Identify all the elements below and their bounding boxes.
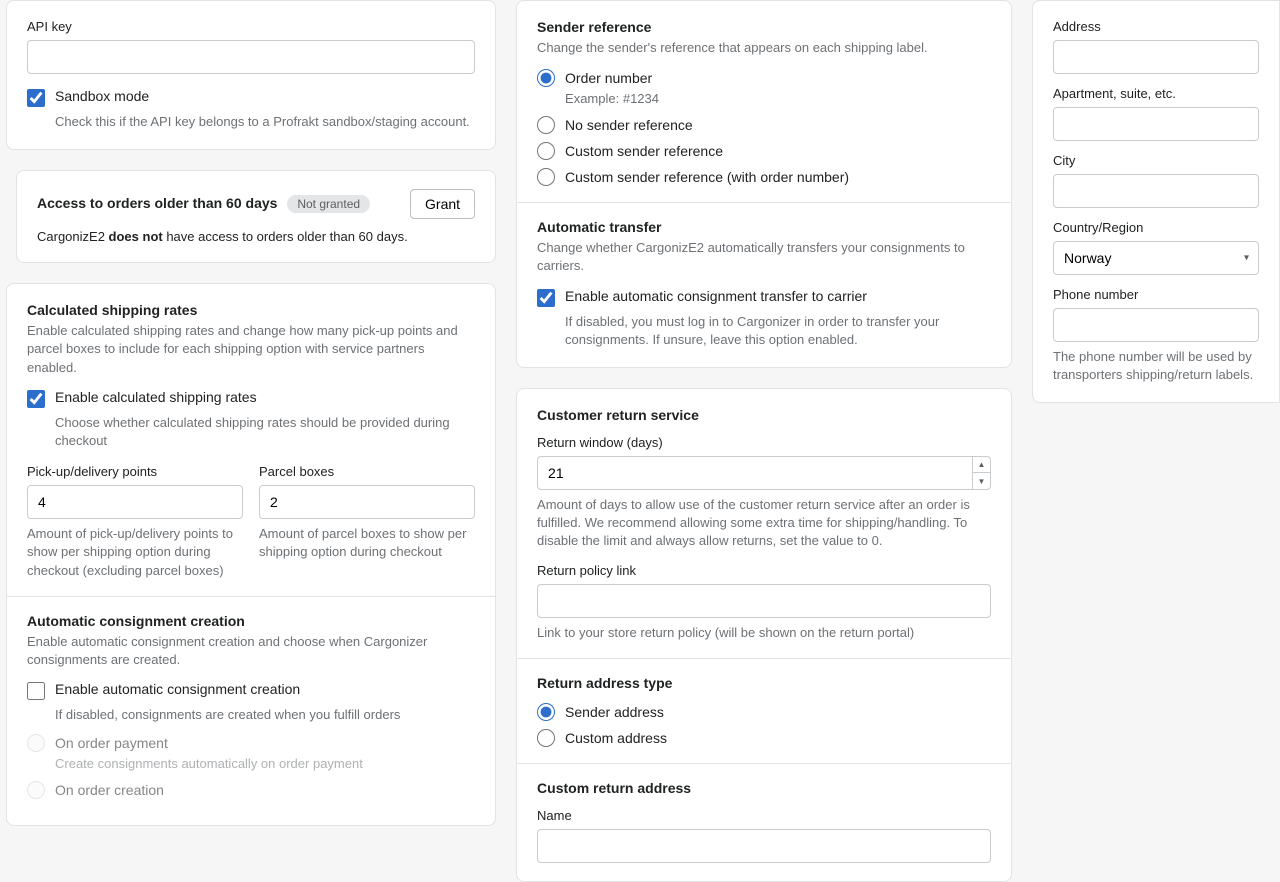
return-window-input[interactable] bbox=[537, 456, 991, 490]
return-policy-help: Link to your store return policy (will b… bbox=[537, 624, 991, 642]
sender-opt4-radio[interactable] bbox=[537, 168, 555, 186]
stepper-up-icon[interactable]: ▲ bbox=[973, 457, 990, 474]
custom-name-label: Name bbox=[537, 808, 991, 823]
return-policy-input[interactable] bbox=[537, 584, 991, 618]
access-card: Access to orders older than 60 days Not … bbox=[16, 170, 496, 263]
transfer-desc: Change whether CargonizE2 automatically … bbox=[537, 239, 991, 275]
custom-name-input[interactable] bbox=[537, 829, 991, 863]
sandbox-help: Check this if the API key belongs to a P… bbox=[55, 113, 475, 131]
grant-button[interactable]: Grant bbox=[410, 189, 475, 219]
address-card: Address Apartment, suite, etc. City Coun… bbox=[1032, 0, 1280, 403]
calc-enable-checkbox[interactable] bbox=[27, 390, 45, 408]
calc-title: Calculated shipping rates bbox=[27, 302, 475, 318]
api-key-card: API key Sandbox mode Check this if the A… bbox=[6, 0, 496, 150]
phone-help: The phone number will be used by transpo… bbox=[1053, 348, 1259, 384]
calc-desc: Enable calculated shipping rates and cha… bbox=[27, 322, 475, 377]
sender-title: Sender reference bbox=[537, 19, 991, 35]
sender-card: Sender reference Change the sender's ref… bbox=[516, 0, 1012, 368]
return-addr-opt2-label: Custom address bbox=[565, 730, 667, 746]
sender-opt4-label: Custom sender reference (with order numb… bbox=[565, 169, 849, 185]
pickup-help: Amount of pick-up/delivery points to sho… bbox=[27, 525, 243, 580]
stepper-down-icon[interactable]: ▼ bbox=[973, 473, 990, 489]
apartment-input[interactable] bbox=[1053, 107, 1259, 141]
transfer-title: Automatic transfer bbox=[537, 219, 991, 235]
api-key-input[interactable] bbox=[27, 40, 475, 74]
auto-opt1-help: Create consignments automatically on ord… bbox=[55, 756, 475, 771]
return-addr-title: Return address type bbox=[537, 675, 991, 691]
return-addr-opt1-radio[interactable] bbox=[537, 703, 555, 721]
pickup-input[interactable] bbox=[27, 485, 243, 519]
access-text: CargonizE2 does not have access to order… bbox=[37, 229, 475, 244]
city-input[interactable] bbox=[1053, 174, 1259, 208]
auto-opt2-label: On order creation bbox=[55, 782, 164, 798]
auto-opt1-radio bbox=[27, 734, 45, 752]
auto-enable-help: If disabled, consignments are created wh… bbox=[55, 706, 475, 724]
parcel-help: Amount of parcel boxes to show per shipp… bbox=[259, 525, 475, 561]
auto-enable-label: Enable automatic consignment creation bbox=[55, 681, 300, 697]
sender-opt3-label: Custom sender reference bbox=[565, 143, 723, 159]
auto-opt2-radio bbox=[27, 781, 45, 799]
apartment-label: Apartment, suite, etc. bbox=[1053, 86, 1259, 101]
return-addr-opt2-radio[interactable] bbox=[537, 729, 555, 747]
auto-title: Automatic consignment creation bbox=[27, 613, 475, 629]
return-card: Customer return service Return window (d… bbox=[516, 388, 1012, 882]
auto-enable-checkbox[interactable] bbox=[27, 682, 45, 700]
address-label: Address bbox=[1053, 19, 1259, 34]
address-input[interactable] bbox=[1053, 40, 1259, 74]
return-window-help: Amount of days to allow use of the custo… bbox=[537, 496, 991, 551]
pickup-label: Pick-up/delivery points bbox=[27, 464, 243, 479]
api-key-label: API key bbox=[27, 19, 475, 34]
sandbox-label: Sandbox mode bbox=[55, 88, 149, 104]
phone-label: Phone number bbox=[1053, 287, 1259, 302]
custom-return-title: Custom return address bbox=[537, 780, 991, 796]
sender-opt2-radio[interactable] bbox=[537, 116, 555, 134]
sender-opt2-label: No sender reference bbox=[565, 117, 693, 133]
city-label: City bbox=[1053, 153, 1259, 168]
access-badge: Not granted bbox=[287, 195, 370, 213]
sender-opt1-radio[interactable] bbox=[537, 69, 555, 87]
sandbox-checkbox[interactable] bbox=[27, 89, 45, 107]
sender-opt1-sub: Example: #1234 bbox=[565, 91, 991, 106]
transfer-enable-label: Enable automatic consignment transfer to… bbox=[565, 288, 867, 304]
return-window-label: Return window (days) bbox=[537, 435, 991, 450]
country-select[interactable]: Norway bbox=[1053, 241, 1259, 275]
transfer-enable-help: If disabled, you must log in to Cargoniz… bbox=[565, 313, 991, 349]
return-policy-label: Return policy link bbox=[537, 563, 991, 578]
calc-rates-card: Calculated shipping rates Enable calcula… bbox=[6, 283, 496, 826]
transfer-enable-checkbox[interactable] bbox=[537, 289, 555, 307]
return-addr-opt1-label: Sender address bbox=[565, 704, 664, 720]
auto-opt1-label: On order payment bbox=[55, 735, 168, 751]
return-title: Customer return service bbox=[537, 407, 991, 423]
access-title: Access to orders older than 60 days bbox=[37, 195, 277, 211]
sender-opt1-label: Order number bbox=[565, 70, 652, 86]
parcel-input[interactable] bbox=[259, 485, 475, 519]
parcel-label: Parcel boxes bbox=[259, 464, 475, 479]
auto-desc: Enable automatic consignment creation an… bbox=[27, 633, 475, 669]
country-label: Country/Region bbox=[1053, 220, 1259, 235]
sender-desc: Change the sender's reference that appea… bbox=[537, 39, 991, 57]
phone-input[interactable] bbox=[1053, 308, 1259, 342]
calc-enable-label: Enable calculated shipping rates bbox=[55, 389, 257, 405]
calc-enable-help: Choose whether calculated shipping rates… bbox=[55, 414, 475, 450]
sender-opt3-radio[interactable] bbox=[537, 142, 555, 160]
